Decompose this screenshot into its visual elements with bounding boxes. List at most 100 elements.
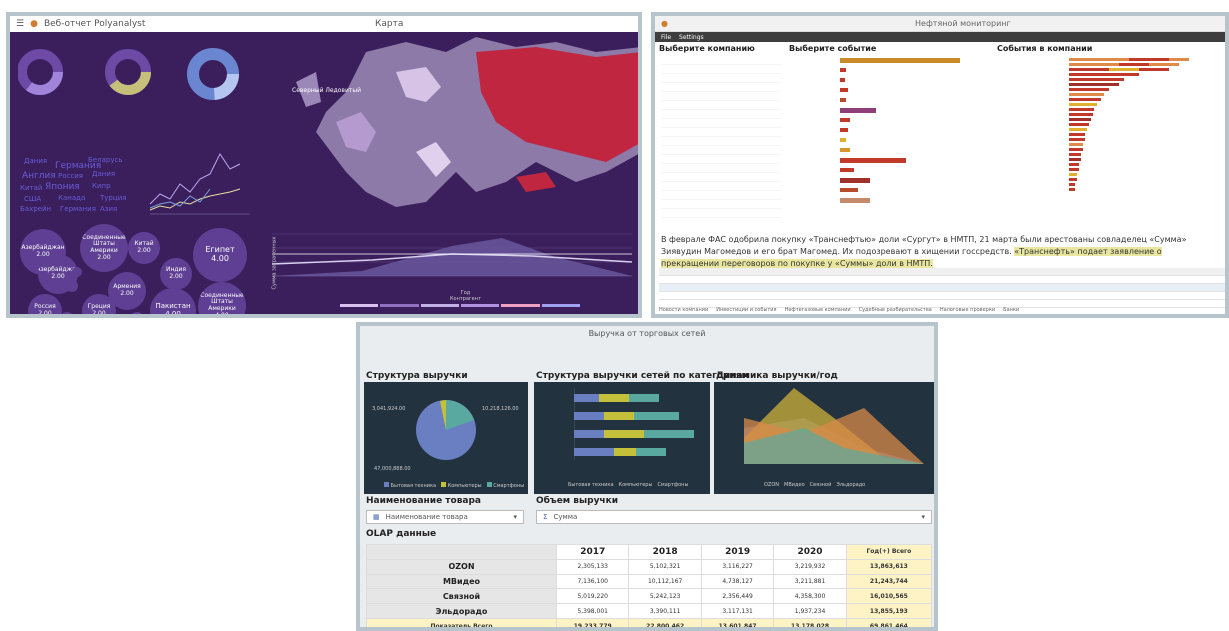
bubble[interactable]: Пакистан 4.00 <box>150 288 196 314</box>
news-table[interactable] <box>659 268 1225 308</box>
table-row[interactable] <box>659 292 1225 300</box>
p1-title: Веб-отчет Polyanalyst <box>43 19 146 29</box>
product-filter-title: Наименование товара <box>366 496 481 506</box>
word: Англия <box>22 171 56 181</box>
revenue-select-value: Сумма <box>553 513 578 521</box>
event-bar-chart[interactable] <box>840 56 990 206</box>
map-label: Северный Ледовитый <box>292 87 361 94</box>
category-bar-panel: Бытовая техника Компьютеры Смартфоны <box>534 382 710 494</box>
table-row[interactable]: Связной 5,019,220 5,242,123 2,356,449 4,… <box>366 588 933 605</box>
legend-label: Бытовая техника <box>390 483 437 489</box>
pie-legend: Бытовая техника Компьютеры Смартфоны <box>384 482 524 489</box>
cell: 4,358,300 <box>773 588 847 605</box>
cell: 7,136,100 <box>555 573 630 590</box>
chevron-down-icon: ▾ <box>513 513 517 521</box>
legend-label: Компьютеры <box>618 482 653 488</box>
cell: 19,233,779 <box>555 618 630 627</box>
bubble[interactable]: Египет 4.00 <box>193 228 247 282</box>
word: Дания <box>92 170 116 178</box>
cell: 3,211,881 <box>773 573 847 590</box>
bubble[interactable]: Соединенные Штаты Америки 4.00 <box>198 282 246 314</box>
company-column-title: Выберите компанию <box>659 44 755 53</box>
menu-icon[interactable]: ☰ <box>16 19 24 29</box>
table-row[interactable] <box>659 268 1225 276</box>
company-events-title: События в компании <box>997 44 1093 53</box>
retail-revenue-panel: Выручка от торговых сетей Структура выру… <box>356 322 938 631</box>
bubble[interactable]: Россия 2.00 <box>28 294 62 314</box>
legend-label: Бытовая техника <box>568 482 614 488</box>
word: Кипр <box>92 182 111 190</box>
tab-company-news[interactable]: Новости компании <box>659 307 708 313</box>
word: Азия <box>100 205 118 213</box>
table-row[interactable]: МВидео 7,136,100 10,112,167 4,738,127 3,… <box>366 573 933 590</box>
table-row[interactable] <box>659 284 1225 292</box>
p2-header: ● Нефтяной мониторинг <box>655 16 1225 32</box>
revenue-select[interactable]: Σ Сумма ▾ <box>536 510 932 524</box>
chart-legend <box>340 304 580 314</box>
cell: 13,855,193 <box>845 603 933 620</box>
col-header[interactable]: 2020 <box>773 544 847 560</box>
company-events-chart[interactable] <box>1069 56 1219 206</box>
olap-table[interactable]: 2017 2018 2019 2020 Год(+) Всего OZON 2,… <box>366 544 933 627</box>
bubble <box>130 312 144 314</box>
legend-label: МВидео <box>784 482 805 488</box>
area-legend: OZON МВидео Связной Эльдорадо <box>764 482 865 488</box>
product-select[interactable]: ▦ Наименование товара ▾ <box>366 510 524 524</box>
table-row[interactable]: OZON 2,305,133 5,102,321 3,116,227 3,219… <box>366 558 933 575</box>
tab-court[interactable]: Судебные разбирательства <box>859 307 932 313</box>
menu-file[interactable]: File <box>661 34 671 41</box>
tab-tax[interactable]: Налоговые проверки <box>940 307 995 313</box>
product-select-value: Наименование товара <box>385 513 468 521</box>
col-header[interactable]: 2018 <box>628 544 702 560</box>
table-row[interactable] <box>659 276 1225 284</box>
pie-label: 3,041,924.00 <box>372 406 406 412</box>
word: Россия <box>58 172 83 180</box>
cell: 10,112,167 <box>628 573 702 590</box>
bubble[interactable]: Китай 2.00 <box>128 232 160 264</box>
category-bar-chart[interactable] <box>574 388 704 464</box>
europe-map[interactable] <box>276 32 642 222</box>
cell: 16,010,565 <box>845 588 933 605</box>
cell: 5,398,001 <box>555 603 630 620</box>
company-list[interactable] <box>661 56 781 226</box>
col-header[interactable]: 2017 <box>555 544 630 560</box>
olap-corner <box>366 544 557 560</box>
tab-banks[interactable]: Банки <box>1003 307 1019 313</box>
col-header: Год(+) Всего <box>845 544 933 560</box>
bubble <box>72 267 82 277</box>
bar-legend: Бытовая техника Компьютеры Смартфоны <box>568 482 688 488</box>
cell: 22,800,462 <box>628 618 702 627</box>
cell: 2,356,449 <box>700 588 775 605</box>
line-chart <box>149 153 250 215</box>
cell: 3,116,227 <box>700 558 775 575</box>
bubble[interactable]: Индия 2.00 <box>160 258 192 290</box>
map-title: Карта <box>375 19 404 29</box>
total-row: Показатель Всего 19,233,779 22,800,462 1… <box>366 618 933 627</box>
select-icon: ▦ <box>373 513 380 521</box>
pie-chart[interactable] <box>414 398 478 462</box>
bubble[interactable]: Соединенные Штаты Америки 2.00 <box>80 224 128 272</box>
menu-settings[interactable]: Settings <box>679 34 704 41</box>
tab-investments[interactable]: Инвестиции и события <box>716 307 776 313</box>
cell: 3,117,131 <box>700 603 775 620</box>
cell: 1,937,234 <box>773 603 847 620</box>
word: Германия <box>60 205 96 213</box>
table-row[interactable]: Эльдорадо 5,398,001 3,390,111 3,117,131 … <box>366 603 933 620</box>
legend-label: Компьютеры <box>447 483 482 489</box>
pie-label: 10,218,126.00 <box>482 406 519 412</box>
word: Дания <box>24 157 48 165</box>
dynamics-panel: OZON МВидео Связной Эльдорадо <box>714 382 934 494</box>
bubble <box>66 280 78 292</box>
cell: 5,242,123 <box>628 588 702 605</box>
cell: 13,178,028 <box>773 618 847 627</box>
pie-chart-panel: 3,041,924.00 10,218,126.00 47,000,888.00… <box>364 382 528 494</box>
y-axis-label: Сумма затраченных <box>271 236 278 290</box>
dynamics-area-chart[interactable] <box>744 388 924 464</box>
tab-oil-companies[interactable]: Нефтегазовые компании <box>785 307 851 313</box>
cell: 5,102,321 <box>628 558 702 575</box>
col-header[interactable]: 2019 <box>700 544 775 560</box>
pie-label: 47,000,888.00 <box>374 466 411 472</box>
sum-icon: Σ <box>543 513 548 521</box>
legend-label: Эльдорадо <box>836 482 866 488</box>
cell: 13,601,847 <box>700 618 775 627</box>
